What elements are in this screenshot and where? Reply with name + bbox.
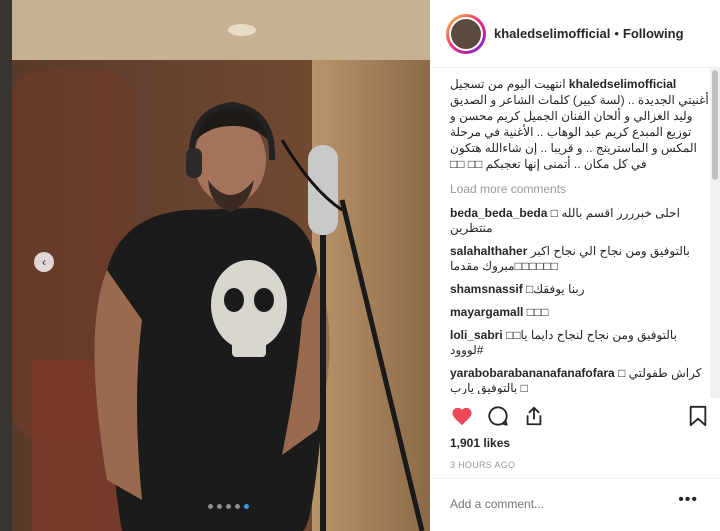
carousel-dot <box>235 504 240 509</box>
post-sidebar: khaledselimofficial • Following khaledse… <box>430 0 720 531</box>
likes-count[interactable]: 1,901 likes <box>450 436 510 450</box>
carousel-dot <box>217 504 222 509</box>
comment: mayargamall □□□ <box>450 305 710 320</box>
comment: shamsnassif □ربنا يوفقك <box>450 282 710 297</box>
comments-list[interactable]: khaledselimofficial انتهيت اليوم من تسجي… <box>430 68 710 394</box>
caption-username[interactable]: khaledselimofficial <box>569 77 676 91</box>
comment: yarabobarabananafanafofara □ كراش طفولتي… <box>450 366 710 394</box>
header-username[interactable]: khaledselimofficial <box>494 26 610 41</box>
comment-username[interactable]: mayargamall <box>450 305 523 319</box>
comment-username[interactable]: yarabobarabananafanafofara <box>450 366 615 380</box>
comment-text: □□□ <box>526 305 549 319</box>
load-more-comments-link[interactable]: Load more comments <box>450 182 710 196</box>
comment-icon[interactable] <box>486 404 510 428</box>
follow-button[interactable]: Following <box>623 26 684 41</box>
more-icon[interactable]: ••• <box>678 491 698 509</box>
comment: loli_sabri □□بالتوفيق ومن نجاح لنجاح داي… <box>450 328 710 358</box>
heart-icon[interactable] <box>450 404 474 428</box>
scrollbar-thumb[interactable] <box>712 70 718 180</box>
comment-username[interactable]: loli_sabri <box>450 328 503 342</box>
chevron-left-icon: ‹ <box>42 255 46 269</box>
avatar-image <box>449 16 483 51</box>
post-actions <box>450 400 710 434</box>
studio-photo-illustration <box>12 0 430 531</box>
comments-scrollbar[interactable] <box>710 68 720 398</box>
comment-username[interactable]: salahalthaher <box>450 244 527 258</box>
avatar[interactable] <box>446 13 486 54</box>
share-icon[interactable] <box>522 404 546 428</box>
header-separator: • <box>614 26 619 41</box>
carousel-indicator <box>208 504 249 509</box>
caption-text: انتهيت اليوم من تسجيل أغنيتي الجديدة .. … <box>450 77 709 171</box>
comment: salahalthaher بالتوفيق ومن نجاح الي نجاح… <box>450 244 710 274</box>
carousel-dot-active <box>244 504 249 509</box>
add-comment-bar: ••• <box>430 478 720 531</box>
page-backdrop-left <box>0 0 12 531</box>
post-photo[interactable]: ‹ <box>12 0 430 531</box>
comment: beda_beda_beda □ احلى خبرررر اقسم بالله … <box>450 206 710 236</box>
post-header: khaledselimofficial • Following <box>430 0 720 68</box>
comment-username[interactable]: beda_beda_beda <box>450 206 547 220</box>
bookmark-icon[interactable] <box>686 404 710 428</box>
carousel-dot <box>208 504 213 509</box>
carousel-dot <box>226 504 231 509</box>
comment-text: □ربنا يوفقك <box>526 282 585 296</box>
comment-username[interactable]: shamsnassif <box>450 282 523 296</box>
add-comment-input[interactable] <box>450 497 650 511</box>
caption: khaledselimofficial انتهيت اليوم من تسجي… <box>450 76 710 172</box>
post-timestamp: 3 HOURS AGO <box>450 460 516 470</box>
carousel-prev-button[interactable]: ‹ <box>34 252 54 272</box>
